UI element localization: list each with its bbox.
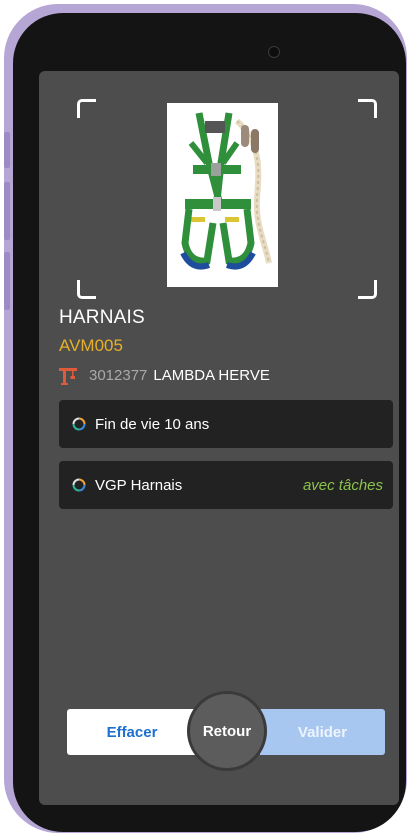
crane-icon bbox=[59, 368, 77, 385]
task-label: Fin de vie 10 ans bbox=[95, 415, 210, 433]
owner-row: 3012377 LAMBDA HERVE bbox=[59, 363, 270, 387]
task-label: VGP Harnais bbox=[95, 476, 183, 494]
scan-frame-corner bbox=[358, 280, 377, 299]
scan-frame-corner bbox=[77, 99, 96, 118]
phone-side-button bbox=[4, 252, 10, 310]
scan-frame-corner bbox=[358, 99, 377, 118]
phone-side-button bbox=[4, 182, 10, 240]
owner-id: 3012377 bbox=[89, 366, 148, 384]
front-camera-icon bbox=[268, 46, 280, 58]
phone-frame: HARNAIS AVM005 3012377 LAMBDA HERVE Fin … bbox=[4, 4, 407, 833]
clear-button[interactable]: Effacer bbox=[67, 709, 197, 755]
circular-progress-icon bbox=[72, 478, 86, 492]
item-code: AVM005 bbox=[59, 336, 123, 355]
back-button[interactable]: Retour bbox=[187, 691, 267, 771]
task-item[interactable]: Fin de vie 10 ans bbox=[59, 400, 393, 448]
circular-progress-icon bbox=[72, 417, 86, 431]
app-screen: HARNAIS AVM005 3012377 LAMBDA HERVE Fin … bbox=[39, 71, 399, 805]
phone-side-button bbox=[4, 132, 10, 168]
owner-name: LAMBDA HERVE bbox=[153, 366, 270, 384]
validate-button[interactable]: Valider bbox=[260, 709, 385, 755]
task-item[interactable]: VGP Harnais avec tâches bbox=[59, 461, 393, 509]
harness-image bbox=[167, 103, 278, 287]
phone-body: HARNAIS AVM005 3012377 LAMBDA HERVE Fin … bbox=[13, 13, 406, 832]
product-photo bbox=[167, 103, 278, 287]
task-with-tasks-label: avec tâches bbox=[302, 476, 383, 494]
item-category-title: HARNAIS bbox=[59, 307, 145, 328]
scan-frame-corner bbox=[77, 280, 96, 299]
